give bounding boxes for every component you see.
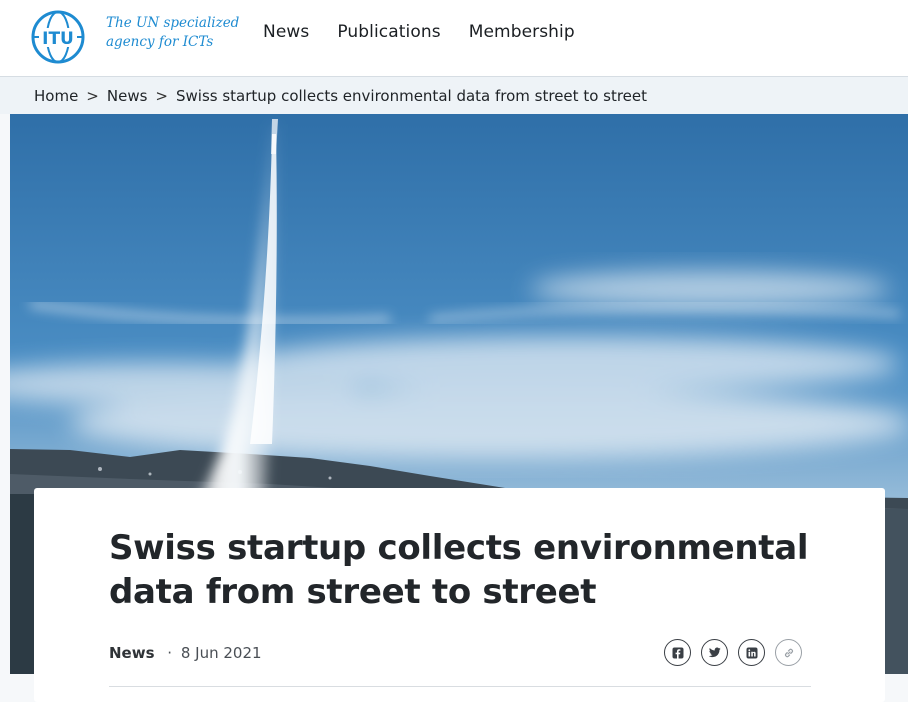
share-linkedin-button[interactable]: [738, 639, 765, 666]
share-buttons: [664, 639, 802, 666]
breadcrumb-home[interactable]: Home: [34, 87, 78, 105]
linkedin-icon: [746, 647, 757, 658]
meta-divider: [109, 686, 811, 687]
tagline-line-2: agency for ICTs: [106, 34, 214, 50]
main-nav: News Publications Membership: [263, 22, 575, 42]
link-icon: [784, 648, 793, 657]
meta-separator: ·: [167, 644, 173, 662]
share-twitter-button[interactable]: [701, 639, 728, 666]
article-card: Swiss startup collects environmental dat…: [34, 488, 885, 702]
breadcrumb: Home > News > Swiss startup collects env…: [0, 77, 908, 114]
article-meta: News · 8 Jun 2021: [109, 644, 262, 662]
site-header: ITU The UN specialized agency for ICTs N…: [0, 0, 908, 77]
copy-link-button[interactable]: [775, 639, 802, 666]
breadcrumb-separator: >: [155, 86, 168, 105]
article-category[interactable]: News: [109, 644, 155, 662]
article-title: Swiss startup collects environmental dat…: [109, 528, 809, 612]
breadcrumb-separator: >: [86, 86, 99, 105]
nav-membership[interactable]: Membership: [469, 22, 575, 42]
twitter-icon: [708, 647, 721, 658]
breadcrumb-current: Swiss startup collects environmental dat…: [176, 86, 648, 105]
share-facebook-button[interactable]: [664, 639, 691, 666]
svg-text:ITU: ITU: [42, 29, 74, 49]
nav-news[interactable]: News: [263, 22, 309, 42]
itu-logo[interactable]: ITU: [30, 9, 86, 65]
tagline-line-1: The UN specialized: [106, 15, 240, 31]
nav-publications[interactable]: Publications: [337, 22, 440, 42]
tagline: The UN specialized agency for ICTs: [106, 14, 246, 52]
article-date: 8 Jun 2021: [180, 644, 262, 662]
breadcrumb-news[interactable]: News: [107, 87, 148, 105]
facebook-icon: [672, 647, 683, 658]
